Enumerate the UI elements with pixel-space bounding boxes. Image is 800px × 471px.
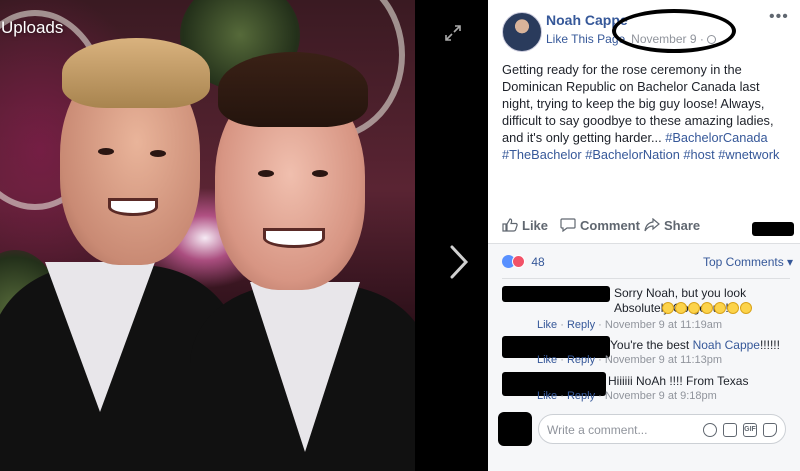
camera-icon[interactable] <box>723 423 737 437</box>
comment-bubble-icon <box>560 218 576 232</box>
like-button[interactable]: Like <box>502 218 548 233</box>
smiley-emoji-icon <box>727 302 739 314</box>
person-right <box>180 0 415 471</box>
mention-link[interactable]: Noah Cappe <box>693 338 760 352</box>
action-bar: Like Comment Share <box>502 212 794 242</box>
comment-body: You're the best <box>610 338 693 352</box>
comment-input-placeholder: Write a comment... <box>547 423 648 437</box>
comment-body-suffix: !!!!!! <box>759 338 780 352</box>
sticker-icon[interactable] <box>763 423 777 437</box>
comment-reply-link[interactable]: Reply <box>567 319 595 331</box>
like-label: Like <box>522 218 549 233</box>
eye <box>98 148 114 155</box>
emoji-icon[interactable] <box>703 423 717 437</box>
emoji-row <box>662 301 753 315</box>
redaction-scribble <box>498 412 532 446</box>
post-message: Getting ready for the rose ceremony in t… <box>502 61 792 163</box>
comment-meta: Like · Reply · November 9 at 9:18pm <box>537 390 717 402</box>
comment-text: You're the best Noah Cappe!!!!!! <box>502 338 792 353</box>
comment-time[interactable]: November 9 at 11:19am <box>605 319 722 331</box>
comment-meta: Like · Reply · November 9 at 11:19am <box>537 319 723 331</box>
comments-section: 48 Top Comments ▾ Sorry Noah, but you lo… <box>488 243 800 471</box>
eye <box>312 170 328 177</box>
share-button[interactable]: Share <box>644 218 700 233</box>
divider <box>502 278 790 279</box>
comment-reply-link[interactable]: Reply <box>567 354 595 366</box>
smile <box>263 228 325 248</box>
smiley-emoji-icon <box>701 302 713 314</box>
comment-time[interactable]: November 9 at 9:18pm <box>605 390 717 402</box>
smiley-emoji-icon <box>740 302 752 314</box>
comment-input[interactable]: Write a comment... GIF <box>538 414 786 444</box>
album-title: Uploads <box>1 18 64 37</box>
comment-button[interactable]: Comment <box>560 218 640 233</box>
comment-text: Hiiiiii NoAh !!!! From Texas <box>502 374 792 389</box>
next-photo-chevron-icon[interactable] <box>448 244 470 280</box>
photo-viewer: Uploads <box>0 0 488 471</box>
more-options-icon[interactable]: ••• <box>769 8 789 26</box>
photo[interactable] <box>0 0 415 471</box>
share-arrow-icon <box>644 218 660 232</box>
comment-like-link[interactable]: Like <box>537 354 557 366</box>
comment-like-link[interactable]: Like <box>537 319 557 331</box>
eye <box>150 150 166 157</box>
comment-item: Hiiiiii NoAh !!!! From Texas Like · Repl… <box>502 372 792 406</box>
reaction-summary[interactable]: 48 <box>502 255 545 269</box>
eye <box>258 170 274 177</box>
smiley-emoji-icon <box>714 302 726 314</box>
thumbs-up-icon <box>502 218 518 232</box>
post-panel: Noah Cappe Like This Page November 9 · ••… <box>488 0 800 471</box>
author-avatar[interactable] <box>502 12 542 52</box>
comment-label: Comment <box>580 218 640 233</box>
comment-meta: Like · Reply · November 9 at 11:13pm <box>537 354 723 366</box>
comment-body: Hiiiiii NoAh !!!! From Texas <box>608 374 749 388</box>
smile <box>108 198 158 216</box>
gif-icon[interactable]: GIF <box>743 423 757 437</box>
comment-item: Sorry Noah, but you look Absolutely Gorg… <box>502 286 792 331</box>
comment-sort-dropdown[interactable]: Top Comments ▾ <box>703 255 793 269</box>
comment-reply-link[interactable]: Reply <box>567 390 595 402</box>
hair <box>218 52 368 127</box>
redaction-scribble <box>612 9 736 53</box>
comment-like-link[interactable]: Like <box>537 390 557 402</box>
smiley-emoji-icon <box>688 302 700 314</box>
redaction-scribble <box>752 222 794 236</box>
reaction-count: 48 <box>531 255 545 269</box>
comment-item: You're the best Noah Cappe!!!!!! Like · … <box>502 336 792 370</box>
smiley-emoji-icon <box>675 302 687 314</box>
share-label: Share <box>664 218 701 233</box>
comment-time[interactable]: November 9 at 11:13pm <box>605 354 722 366</box>
smiley-emoji-icon <box>662 302 674 314</box>
love-reaction-icon <box>512 255 525 268</box>
expand-icon[interactable] <box>444 24 462 42</box>
